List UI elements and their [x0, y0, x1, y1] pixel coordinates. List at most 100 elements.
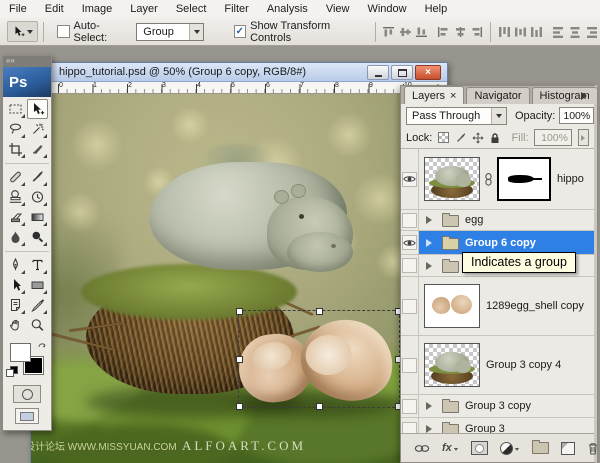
menu-select[interactable]: Select: [167, 0, 216, 18]
align-horizontal-centers-button[interactable]: [452, 24, 468, 40]
expand-triangle-icon[interactable]: [426, 239, 436, 247]
distribute-bottom-edges-button[interactable]: [529, 24, 545, 40]
add-layer-mask-button[interactable]: [471, 441, 488, 455]
menu-view[interactable]: View: [317, 0, 359, 18]
distribute-horizontal-centers-button[interactable]: [567, 24, 583, 40]
delete-layer-button[interactable]: [587, 442, 599, 455]
layer-mask-thumbnail[interactable]: [497, 157, 551, 201]
close-button[interactable]: ×: [415, 65, 441, 80]
layer-name[interactable]: egg: [465, 214, 483, 226]
lock-position-icon[interactable]: [472, 131, 484, 144]
align-right-edges-button[interactable]: [468, 24, 484, 40]
layer-row-egg[interactable]: egg: [401, 210, 594, 231]
opacity-value[interactable]: 100%: [559, 107, 594, 124]
menu-layer[interactable]: Layer: [121, 0, 167, 18]
align-vertical-centers-button[interactable]: [397, 24, 413, 40]
distribute-left-edges-button[interactable]: [551, 24, 567, 40]
minimize-button[interactable]: [367, 65, 389, 80]
layer-row-group3-copy[interactable]: Group 3 copy: [401, 395, 594, 418]
tool-brush-button[interactable]: [27, 167, 48, 187]
transform-handle-n[interactable]: [316, 308, 323, 315]
visibility-toggle[interactable]: [402, 235, 417, 250]
new-group-button[interactable]: [532, 442, 549, 454]
foreground-color-swatch[interactable]: [10, 343, 31, 362]
new-layer-button[interactable]: [561, 442, 575, 455]
link-layers-button[interactable]: [414, 444, 430, 453]
transform-bounding-box[interactable]: [238, 310, 400, 408]
blend-mode-dropdown[interactable]: Pass Through: [406, 107, 507, 125]
tool-path-selection-button[interactable]: [5, 275, 26, 295]
tool-pen-button[interactable]: [5, 255, 26, 275]
auto-select-checkbox[interactable]: [57, 25, 70, 38]
tool-hand-button[interactable]: [5, 315, 26, 335]
visibility-toggle[interactable]: [402, 358, 417, 373]
lock-transparency-icon[interactable]: [437, 131, 449, 144]
transform-handle-sw[interactable]: [236, 403, 243, 410]
tool-move-button[interactable]: [27, 99, 48, 119]
distribute-top-edges-button[interactable]: [496, 24, 512, 40]
visibility-toggle[interactable]: [402, 399, 417, 414]
layer-name[interactable]: hippo: [557, 173, 584, 185]
align-bottom-edges-button[interactable]: [414, 24, 430, 40]
menu-image[interactable]: Image: [73, 0, 122, 18]
screen-mode-button[interactable]: [15, 408, 39, 424]
swap-colors-button[interactable]: [37, 340, 48, 350]
tab-navigator[interactable]: Navigator: [466, 87, 529, 104]
layer-row-hippo[interactable]: hippo: [401, 149, 594, 210]
tool-clone-stamp-button[interactable]: [5, 187, 26, 207]
layer-thumbnail[interactable]: [424, 157, 480, 201]
expand-triangle-icon[interactable]: [426, 425, 436, 433]
menu-file[interactable]: File: [0, 0, 36, 18]
align-left-edges-button[interactable]: [436, 24, 452, 40]
auto-select-dropdown[interactable]: Group: [136, 23, 204, 41]
tool-eraser-button[interactable]: [5, 207, 26, 227]
fill-slider-button[interactable]: [578, 129, 589, 146]
distribute-vertical-centers-button[interactable]: [512, 24, 528, 40]
visibility-toggle[interactable]: [402, 258, 417, 273]
mask-link-icon[interactable]: [484, 173, 493, 186]
tool-type-button[interactable]: [27, 255, 48, 275]
lock-pixels-icon[interactable]: [455, 131, 467, 144]
tool-magic-wand-button[interactable]: [27, 119, 48, 139]
tool-notes-button[interactable]: [5, 295, 26, 315]
layer-name[interactable]: Group 3 copy 4: [486, 359, 561, 371]
tab-layers[interactable]: Layers ×: [404, 86, 464, 104]
expand-triangle-icon[interactable]: [426, 262, 436, 270]
move-tool-preset-button[interactable]: [7, 21, 38, 42]
tool-spot-healing-button[interactable]: [5, 167, 26, 187]
layer-style-button[interactable]: fx: [442, 442, 459, 454]
tool-blur-button[interactable]: [5, 227, 26, 247]
fill-value[interactable]: 100%: [534, 129, 572, 146]
transform-handle-w[interactable]: [236, 356, 243, 363]
align-top-edges-button[interactable]: [381, 24, 397, 40]
tool-gradient-button[interactable]: [27, 207, 48, 227]
document-title-bar[interactable]: hippo_tutorial.psd @ 50% (Group 6 copy, …: [31, 63, 447, 82]
expand-triangle-icon[interactable]: [426, 216, 436, 224]
tool-zoom-button[interactable]: [27, 315, 48, 335]
toolbox-header[interactable]: ««: [3, 56, 51, 67]
layer-name[interactable]: Group 3 copy: [465, 400, 531, 412]
visibility-toggle[interactable]: [402, 172, 417, 187]
lock-all-icon[interactable]: [489, 131, 501, 144]
tool-crop-button[interactable]: [5, 139, 26, 159]
maximize-button[interactable]: [391, 65, 413, 80]
tool-slice-button[interactable]: [27, 139, 48, 159]
expand-triangle-icon[interactable]: [426, 402, 436, 410]
tool-lasso-button[interactable]: [5, 119, 26, 139]
tool-history-brush-button[interactable]: [27, 187, 48, 207]
adjustment-layer-button[interactable]: [500, 442, 520, 455]
panel-menu-button[interactable]: [581, 92, 591, 100]
show-transform-checkbox[interactable]: ✓: [234, 25, 247, 38]
tool-eyedropper-button[interactable]: [27, 295, 48, 315]
document-canvas[interactable]: 思缘设计论坛 WWW.MISSYUAN.COM ALFOART.COM: [31, 94, 447, 463]
layer-name[interactable]: Group 6 copy: [465, 237, 536, 249]
layer-row-eggshell-copy[interactable]: 1289egg_shell copy: [401, 277, 594, 336]
visibility-toggle[interactable]: [402, 299, 417, 314]
menu-window[interactable]: Window: [358, 0, 415, 18]
tool-rectangular-marquee-button[interactable]: [5, 99, 26, 119]
layer-thumbnail[interactable]: [424, 284, 480, 328]
distribute-right-edges-button[interactable]: [584, 24, 600, 40]
visibility-toggle[interactable]: [402, 213, 417, 228]
tab-close-icon[interactable]: ×: [450, 90, 456, 102]
menu-edit[interactable]: Edit: [36, 0, 73, 18]
